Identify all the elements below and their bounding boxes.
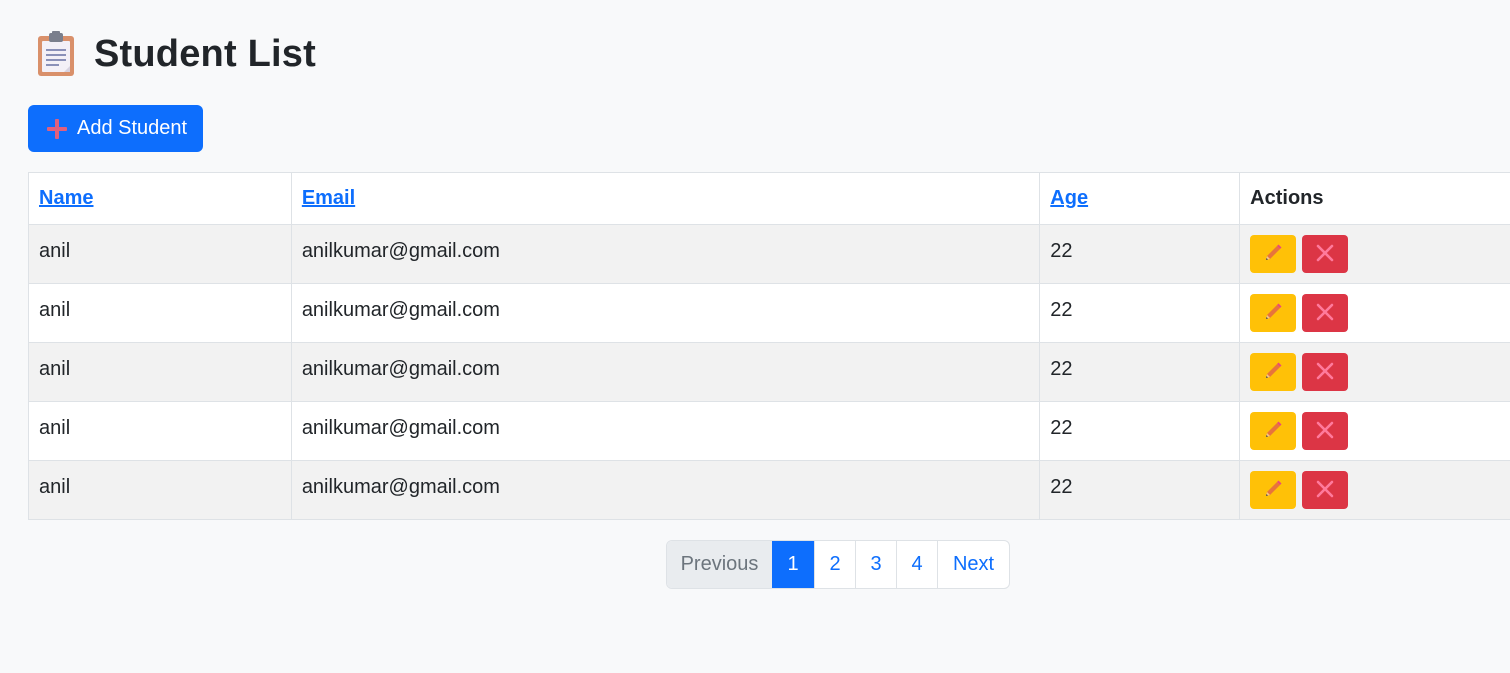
table-row: anil anilkumar@gmail.com 22 bbox=[28, 342, 1510, 402]
cell-actions bbox=[1239, 401, 1510, 461]
clipboard-icon bbox=[36, 30, 76, 78]
add-student-label: Add Student bbox=[77, 117, 188, 139]
cell-name: anil bbox=[28, 342, 292, 402]
cell-actions bbox=[1239, 342, 1510, 402]
delete-button[interactable] bbox=[1302, 294, 1349, 332]
cell-name: anil bbox=[28, 460, 292, 520]
close-icon bbox=[1315, 302, 1335, 325]
sort-by-name-link[interactable]: Name bbox=[39, 187, 93, 209]
page-title: Student List bbox=[94, 32, 316, 75]
pencil-icon bbox=[1262, 478, 1284, 503]
delete-button[interactable] bbox=[1302, 353, 1349, 391]
cell-age: 22 bbox=[1039, 460, 1241, 520]
cell-name: anil bbox=[28, 224, 292, 284]
table-row: anil anilkumar@gmail.com 22 bbox=[28, 460, 1510, 520]
delete-button[interactable] bbox=[1302, 235, 1349, 273]
cell-email: anilkumar@gmail.com bbox=[290, 401, 1041, 461]
pagination: Previous 1 2 3 4 Next bbox=[666, 540, 1010, 589]
page-header: Student List bbox=[36, 28, 316, 80]
cell-age: 22 bbox=[1039, 224, 1241, 284]
cell-actions bbox=[1239, 224, 1510, 284]
page-1-button[interactable]: 1 bbox=[772, 541, 814, 588]
table-header-row: Name Email Age Actions bbox=[28, 172, 1510, 225]
page-2-button[interactable]: 2 bbox=[814, 541, 855, 588]
cell-age: 22 bbox=[1039, 283, 1241, 343]
table-row: anil anilkumar@gmail.com 22 bbox=[28, 401, 1510, 461]
page-3-button[interactable]: 3 bbox=[855, 541, 896, 588]
column-header-actions: Actions bbox=[1239, 172, 1510, 225]
edit-button[interactable] bbox=[1250, 471, 1297, 509]
previous-page-button[interactable]: Previous bbox=[667, 541, 772, 588]
delete-button[interactable] bbox=[1302, 471, 1349, 509]
pencil-icon bbox=[1262, 419, 1284, 444]
table-row: anil anilkumar@gmail.com 22 bbox=[28, 224, 1510, 284]
column-header-email: Email bbox=[290, 172, 1041, 225]
cell-name: anil bbox=[28, 283, 292, 343]
students-table: Name Email Age Actions anil anilkumar@gm… bbox=[28, 172, 1510, 520]
delete-button[interactable] bbox=[1302, 412, 1349, 450]
close-icon bbox=[1315, 361, 1335, 384]
cell-name: anil bbox=[28, 401, 292, 461]
column-header-age: Age bbox=[1039, 172, 1241, 225]
sort-by-age-link[interactable]: Age bbox=[1050, 187, 1088, 209]
add-student-button[interactable]: Add Student bbox=[28, 105, 203, 152]
page-4-button[interactable]: 4 bbox=[896, 541, 937, 588]
edit-button[interactable] bbox=[1250, 353, 1297, 391]
plus-icon bbox=[46, 118, 68, 140]
sort-by-email-link[interactable]: Email bbox=[302, 187, 355, 209]
cell-age: 22 bbox=[1039, 342, 1241, 402]
column-header-name: Name bbox=[28, 172, 292, 225]
table-row: anil anilkumar@gmail.com 22 bbox=[28, 283, 1510, 343]
close-icon bbox=[1315, 243, 1335, 266]
edit-button[interactable] bbox=[1250, 294, 1297, 332]
edit-button[interactable] bbox=[1250, 412, 1297, 450]
pencil-icon bbox=[1262, 301, 1284, 326]
cell-email: anilkumar@gmail.com bbox=[290, 224, 1041, 284]
pencil-icon bbox=[1262, 242, 1284, 267]
cell-email: anilkumar@gmail.com bbox=[290, 460, 1041, 520]
cell-email: anilkumar@gmail.com bbox=[290, 342, 1041, 402]
cell-actions bbox=[1239, 460, 1510, 520]
cell-email: anilkumar@gmail.com bbox=[290, 283, 1041, 343]
cell-actions bbox=[1239, 283, 1510, 343]
student-list-page: Student List Add Student Name Email Age bbox=[0, 0, 1510, 673]
pencil-icon bbox=[1262, 360, 1284, 385]
cell-age: 22 bbox=[1039, 401, 1241, 461]
close-icon bbox=[1315, 420, 1335, 443]
edit-button[interactable] bbox=[1250, 235, 1297, 273]
next-page-button[interactable]: Next bbox=[937, 541, 1009, 588]
close-icon bbox=[1315, 479, 1335, 502]
